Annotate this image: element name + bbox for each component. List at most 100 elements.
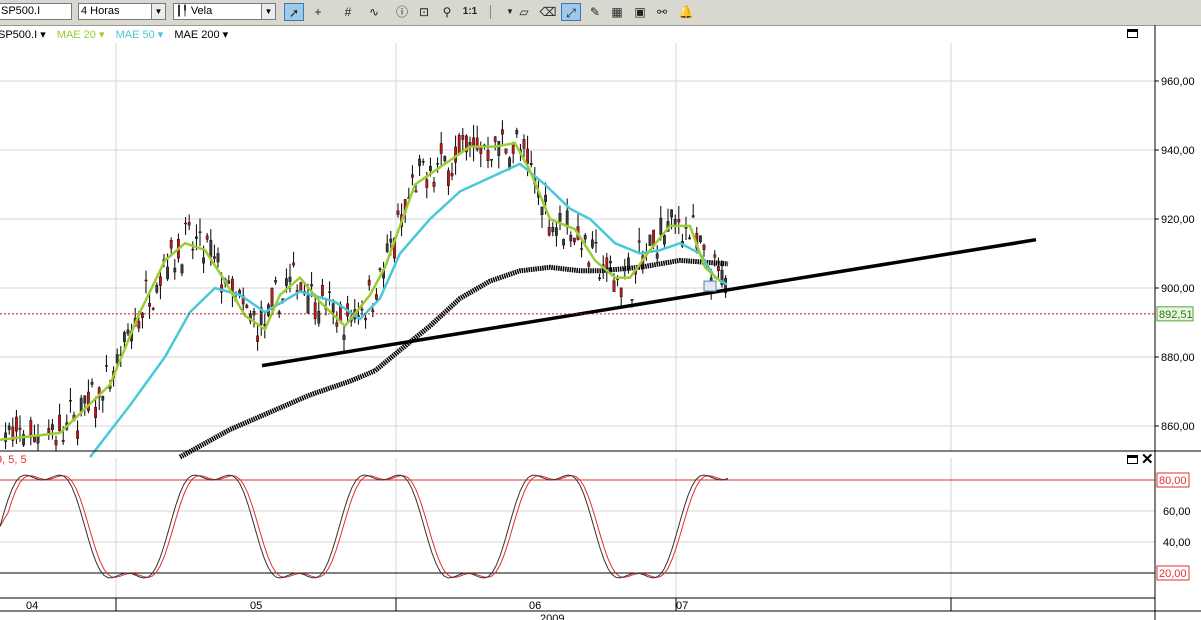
candle-body xyxy=(90,381,94,385)
candle-body xyxy=(591,239,594,248)
y-tick-label: 60,00 xyxy=(1163,506,1191,518)
y-tick-label: 960,00 xyxy=(1161,76,1195,88)
candle-body xyxy=(501,129,504,135)
candle-body xyxy=(47,427,51,434)
x-tick-label: 06 xyxy=(529,600,541,612)
candle-body xyxy=(583,235,587,240)
candle-body xyxy=(79,397,83,412)
candle-body xyxy=(555,227,558,236)
candle-body xyxy=(288,276,292,282)
candle-body xyxy=(115,354,119,363)
candle-body xyxy=(414,190,418,193)
candle-body xyxy=(61,439,65,442)
y-tick-label: 860,00 xyxy=(1161,421,1195,433)
candle-body xyxy=(515,130,519,135)
candle-body xyxy=(151,308,155,310)
candle-body xyxy=(33,436,36,443)
candle-body xyxy=(216,253,220,263)
candle-body xyxy=(285,278,288,286)
candle-body xyxy=(76,430,80,439)
candle-body xyxy=(457,135,461,154)
x-tick-label: 07 xyxy=(676,600,688,612)
stoch-d-line xyxy=(0,475,729,578)
candle-body xyxy=(169,239,173,249)
candle-body xyxy=(609,260,612,264)
candle-body xyxy=(497,141,501,156)
candle-body xyxy=(411,174,414,178)
candle-body xyxy=(331,303,335,313)
candle-body xyxy=(51,424,54,430)
candle-body xyxy=(137,320,141,329)
y-tick-label: 880,00 xyxy=(1161,352,1195,364)
candle-body xyxy=(699,235,702,243)
mae50-line xyxy=(89,162,728,458)
candle-body xyxy=(194,236,198,239)
candle-body xyxy=(573,237,576,243)
candle-body xyxy=(432,181,436,187)
candle-body xyxy=(292,262,295,266)
candle-body xyxy=(122,332,126,342)
y-tick-label: 80,00 xyxy=(1159,475,1187,487)
candle-body xyxy=(447,170,450,186)
candle-body xyxy=(252,310,256,316)
candle-body xyxy=(360,308,364,311)
candle-body xyxy=(421,160,425,163)
candle-body xyxy=(717,266,720,271)
candle-body xyxy=(144,279,148,282)
chart-canvas[interactable]: 960,00 940,00 920,00 900,00 880,00 860,00 80,0… xyxy=(0,0,1201,620)
candle-body xyxy=(655,253,659,259)
y-tick-label: 20,00 xyxy=(1159,568,1187,580)
candle-body xyxy=(378,268,382,271)
candle-body xyxy=(511,144,515,154)
candle-body xyxy=(418,158,421,166)
candle-body xyxy=(101,395,105,401)
candle-body xyxy=(580,248,584,250)
candle-body xyxy=(205,235,209,240)
candle-body xyxy=(688,237,692,240)
candle-body xyxy=(187,222,191,226)
candle-body xyxy=(385,243,389,252)
stoch-k-line xyxy=(0,474,729,579)
candle-body xyxy=(443,155,447,161)
candle-body xyxy=(461,135,465,140)
candle-body xyxy=(702,244,706,250)
candle-body xyxy=(450,173,454,177)
candle-body xyxy=(270,288,274,308)
candle-body xyxy=(425,179,429,188)
candle-body xyxy=(155,284,159,293)
candle-body xyxy=(68,400,72,402)
candle-body xyxy=(7,425,11,430)
candle-body xyxy=(313,302,317,320)
candle-body xyxy=(605,257,609,269)
candle-body xyxy=(335,322,339,327)
candle-body xyxy=(36,436,40,444)
y-tick-label: 900,00 xyxy=(1161,283,1195,295)
candle-body xyxy=(659,217,663,235)
candle-body xyxy=(529,162,533,166)
candle-body xyxy=(677,218,681,223)
candle-body xyxy=(212,256,216,259)
candle-body xyxy=(587,262,591,267)
candle-body xyxy=(83,395,87,404)
candle-body xyxy=(670,209,674,218)
candle-body xyxy=(637,240,641,243)
year-label: 2009 xyxy=(540,613,564,620)
candle-body xyxy=(713,254,717,258)
candle-body xyxy=(166,266,169,280)
x-tick-label: 05 xyxy=(250,600,262,612)
candle-body xyxy=(94,407,98,419)
last-price-label: 892,51 xyxy=(1159,309,1193,321)
candle-body xyxy=(612,280,616,292)
candle-body xyxy=(306,295,310,314)
candle-body xyxy=(551,227,555,233)
candle-body xyxy=(328,291,331,294)
candle-body xyxy=(158,276,162,286)
candle-body xyxy=(648,234,652,246)
candle-body xyxy=(562,238,566,246)
candle-body xyxy=(317,310,321,324)
candle-body xyxy=(547,226,551,236)
candle-body xyxy=(396,210,400,215)
trendline xyxy=(261,237,1037,368)
candle-body xyxy=(389,238,393,243)
candle-body xyxy=(594,242,598,244)
